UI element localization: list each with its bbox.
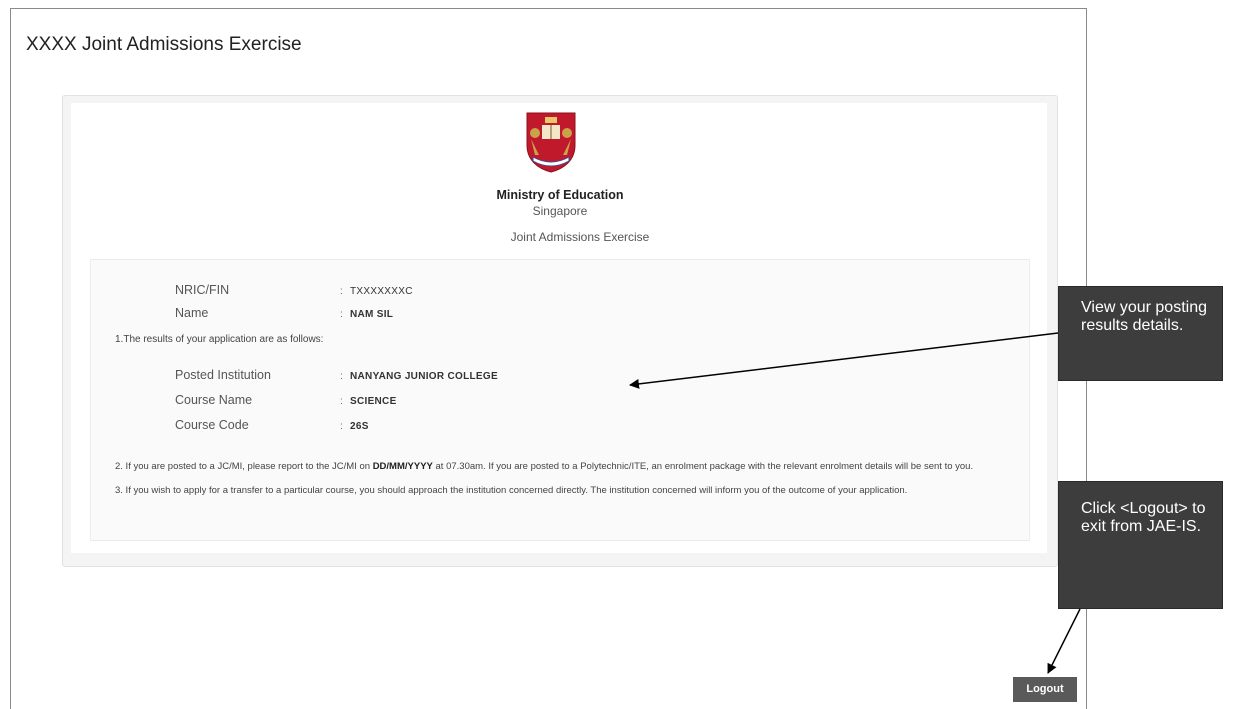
arrow-to-logout xyxy=(1047,608,1081,674)
logout-button[interactable]: Logout xyxy=(1013,677,1077,702)
annotation-arrows xyxy=(629,332,1081,674)
arrow-to-results xyxy=(629,332,1059,389)
